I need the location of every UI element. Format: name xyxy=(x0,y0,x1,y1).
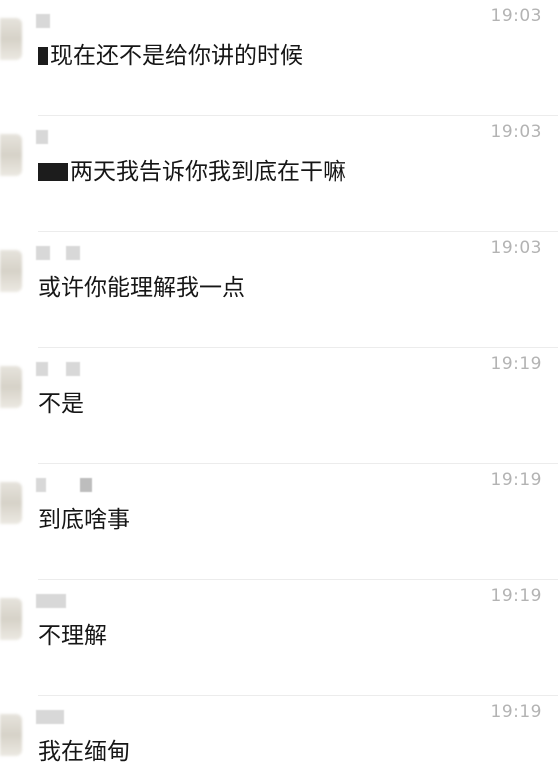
message-text: 我在缅甸 xyxy=(38,739,130,765)
message-row[interactable]: 19:19 不理解 xyxy=(0,580,558,696)
message-row[interactable]: 19:19 不是 xyxy=(0,348,558,464)
message-time: 19:03 xyxy=(490,6,542,26)
message-text: 两天我告诉你我到底在干嘛 xyxy=(38,152,346,186)
message-row[interactable]: 19:03 或许你能理解我一点 xyxy=(0,232,558,348)
message-row[interactable]: 19:03 两天我告诉你我到底在干嘛 xyxy=(0,116,558,232)
message-text: 到底啥事 xyxy=(38,507,130,533)
avatar[interactable] xyxy=(0,714,22,756)
message-row[interactable]: 19:19 我在缅甸 xyxy=(0,696,558,783)
message-text-content: 现在还不是给你讲的时候 xyxy=(50,43,303,69)
redacted-mark xyxy=(38,47,48,65)
message-text-content: 两天我告诉你我到底在干嘛 xyxy=(70,159,346,185)
avatar[interactable] xyxy=(0,366,22,408)
message-time: 19:19 xyxy=(490,470,542,490)
message-time: 19:19 xyxy=(490,354,542,374)
message-text: 或许你能理解我一点 xyxy=(38,275,245,301)
message-text: 不是 xyxy=(38,391,84,417)
avatar[interactable] xyxy=(0,250,22,292)
message-list: 19:03 现在还不是给你讲的时候 19:03 两天我告诉你我到底在干嘛 19:… xyxy=(0,0,558,783)
message-time: 19:19 xyxy=(490,586,542,606)
message-time: 19:19 xyxy=(490,702,542,722)
avatar[interactable] xyxy=(0,18,22,60)
message-row[interactable]: 19:19 到底啥事 xyxy=(0,464,558,580)
message-text: 现在还不是给你讲的时候 xyxy=(38,36,303,70)
avatar[interactable] xyxy=(0,598,22,640)
message-time: 19:03 xyxy=(490,122,542,142)
message-row[interactable]: 19:03 现在还不是给你讲的时候 xyxy=(0,0,558,116)
avatar[interactable] xyxy=(0,134,22,176)
avatar[interactable] xyxy=(0,482,22,524)
message-text: 不理解 xyxy=(38,623,107,649)
message-time: 19:03 xyxy=(490,238,542,258)
redacted-mark xyxy=(38,163,68,181)
